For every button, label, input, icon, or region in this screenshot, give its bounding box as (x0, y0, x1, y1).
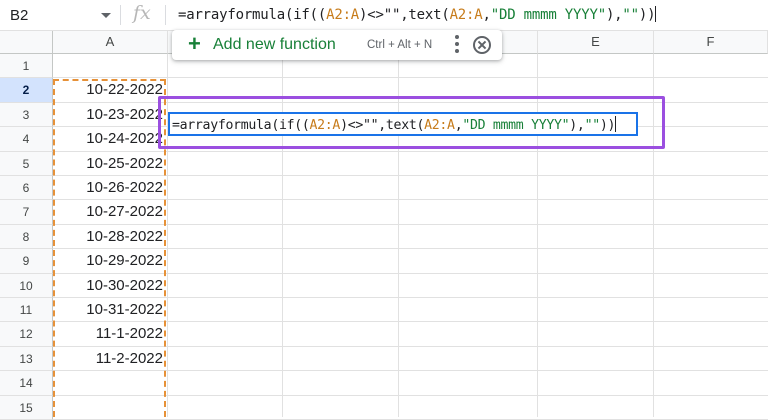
formula-token: ), (605, 7, 623, 23)
formula-input[interactable]: =arrayformula(if((A2:A)<>"",text(A2:A,"D… (178, 6, 657, 23)
divider (165, 5, 166, 25)
spreadsheet-grid[interactable]: ABCDEF 123456789101112131415 10-22-20221… (0, 31, 768, 420)
formula-token: ), (569, 118, 585, 133)
add-function-popup: + Add new function Ctrl + Alt + N (172, 30, 502, 60)
row-header-11[interactable]: 11 (0, 298, 53, 323)
more-vert-icon[interactable] (455, 35, 459, 53)
column-header-e[interactable]: E (538, 31, 654, 54)
row-header-12[interactable]: 12 (0, 322, 53, 347)
formula-token: )<>"",text( (359, 7, 450, 23)
copy-range-marquee (53, 79, 166, 417)
formula-token: A2:A (449, 7, 483, 23)
formula-token: =arrayformula(if(( (172, 118, 310, 133)
row-header-2[interactable]: 2 (0, 78, 53, 103)
row-header-14[interactable]: 14 (0, 371, 53, 396)
name-box[interactable]: B2 (0, 0, 120, 30)
formula-bar: B2 fx =arrayformula(if((A2:A)<>"",text(A… (0, 0, 768, 31)
formula-token: A2:A (326, 7, 360, 23)
formula-token: , (482, 7, 491, 23)
formula-token: "DD mmmm YYYY" (490, 7, 606, 23)
formula-token: A2:A (424, 118, 455, 133)
divider (120, 5, 121, 25)
select-all-corner[interactable] (0, 31, 53, 54)
formula-token: =arrayformula(if(( (178, 7, 327, 23)
close-icon[interactable] (473, 36, 491, 54)
cell-a1[interactable] (53, 54, 166, 78)
row-header-6[interactable]: 6 (0, 176, 53, 201)
formula-token: "DD mmmm YYYY" (462, 118, 570, 133)
row-header-1[interactable]: 1 (0, 54, 53, 79)
cell-formula-text[interactable]: =arrayformula(if((A2:A)<>"",text(A2:A,"D… (172, 116, 617, 133)
fx-icon: fx (133, 2, 151, 24)
name-box-value[interactable]: B2 (10, 7, 28, 24)
add-new-function-button[interactable]: Add new function (213, 36, 336, 54)
shortcut-hint: Ctrl + Alt + N (367, 39, 433, 51)
chevron-down-icon[interactable] (101, 13, 111, 18)
formula-token: )) (599, 118, 616, 133)
formula-token: "" (622, 7, 639, 23)
plus-icon[interactable]: + (188, 33, 201, 55)
row-header-10[interactable]: 10 (0, 273, 53, 298)
text-cursor (615, 116, 617, 132)
column-header-a[interactable]: A (53, 31, 168, 54)
formula-token: )<>"",text( (340, 118, 425, 133)
row-header-5[interactable]: 5 (0, 151, 53, 176)
row-header-9[interactable]: 9 (0, 249, 53, 274)
formula-token: )) (638, 7, 656, 23)
row-header-15[interactable]: 15 (0, 395, 53, 420)
text-cursor (655, 6, 657, 22)
formula-token: "" (584, 118, 601, 133)
row-header-7[interactable]: 7 (0, 200, 53, 225)
formula-token: A2:A (309, 118, 341, 133)
active-cell-b2[interactable]: =arrayformula(if((A2:A)<>"",text(A2:A,"D… (168, 112, 638, 136)
row-header-3[interactable]: 3 (0, 102, 53, 128)
row-header-8[interactable]: 8 (0, 224, 53, 250)
column-header-f[interactable]: F (654, 31, 768, 54)
row-header-4[interactable]: 4 (0, 127, 53, 152)
row-header-13[interactable]: 13 (0, 346, 53, 372)
